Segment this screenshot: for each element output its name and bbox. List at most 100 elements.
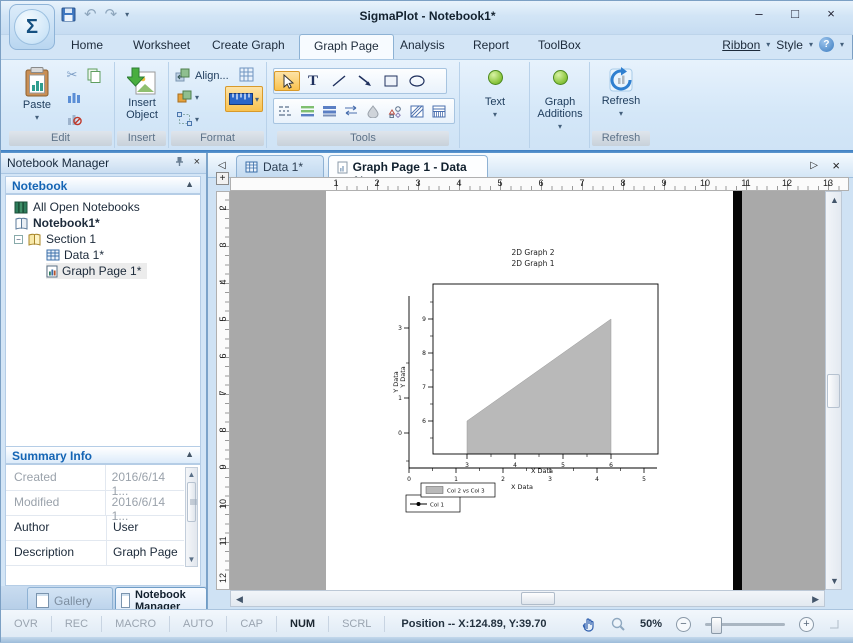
hatch-button[interactable] <box>406 101 428 121</box>
scrollbar-thumb[interactable] <box>187 482 196 522</box>
rectangle-tool[interactable] <box>378 71 404 91</box>
toggle-macro[interactable]: MACRO <box>102 616 170 632</box>
select-tool[interactable] <box>274 71 300 91</box>
style-menu-caret-icon[interactable]: ▾ <box>809 40 813 49</box>
text-button[interactable]: Text▾ <box>474 70 516 121</box>
tab-home[interactable]: Home <box>57 34 117 59</box>
summary-info-header[interactable]: Summary Info▲ <box>5 446 201 464</box>
paste-button[interactable]: Paste▾ <box>17 66 57 124</box>
zoom-slider[interactable] <box>705 623 785 626</box>
text-tool[interactable]: T <box>300 71 326 91</box>
pattern-button[interactable] <box>428 101 450 121</box>
toggle-cap[interactable]: CAP <box>227 616 277 632</box>
line-type-button[interactable] <box>274 101 296 121</box>
resize-grip-icon[interactable] <box>828 618 840 630</box>
line-tool[interactable] <box>326 71 352 91</box>
tab-graph-page[interactable]: Graph Page <box>299 34 394 59</box>
scrollbar-thumb[interactable] <box>827 374 840 408</box>
toggle-auto[interactable]: AUTO <box>170 616 227 632</box>
page-canvas[interactable]: 2D Graph 22D Graph 198763456310012345Y D… <box>230 191 825 590</box>
x-axis-label: X Data <box>531 467 553 475</box>
horizontal-ruler[interactable]: 12345678910111213 <box>230 177 849 191</box>
copy-button[interactable] <box>85 67 103 83</box>
gallery-tab-icon <box>36 593 49 608</box>
ruler-units-dropdown[interactable]: ▾ <box>225 86 263 112</box>
line-color-button[interactable] <box>318 101 340 121</box>
tree-item-section1[interactable]: − Section 1 <box>14 231 96 247</box>
ruler-origin-button[interactable]: + <box>216 172 229 185</box>
refresh-button[interactable]: Refresh▾ <box>596 66 646 120</box>
toggle-scrl[interactable]: SCRL <box>329 616 385 632</box>
order-button[interactable]: ▾ <box>177 90 199 104</box>
vertical-scrollbar[interactable]: ▲ ▼ <box>825 191 842 590</box>
scroll-up-icon[interactable]: ▲ <box>186 470 197 479</box>
graph-page[interactable]: 2D Graph 22D Graph 198763456310012345Y D… <box>326 191 733 590</box>
tab-worksheet[interactable]: Worksheet <box>119 34 204 59</box>
ruler-number: 13 <box>820 178 836 188</box>
pin-icon[interactable] <box>175 156 184 167</box>
tab-report[interactable]: Report <box>459 34 523 59</box>
line-thickness-button[interactable] <box>296 101 318 121</box>
scroll-down-icon[interactable]: ▼ <box>830 576 839 586</box>
page-color-button[interactable] <box>239 67 254 82</box>
toggle-ovr[interactable]: OVR <box>1 616 52 632</box>
tab-create-graph[interactable]: Create Graph <box>198 34 299 59</box>
ribbon-menu[interactable]: Ribbon <box>722 38 760 52</box>
scroll-down-icon[interactable]: ▼ <box>186 555 197 564</box>
notebook-manager-tab[interactable]: Notebook Manager <box>115 587 207 609</box>
zoom-in-button[interactable]: + <box>799 617 814 632</box>
fill-color-button[interactable] <box>362 101 384 121</box>
zoom-slider-thumb[interactable] <box>711 617 722 634</box>
panel-title: Notebook Manager <box>7 156 109 170</box>
cut-button[interactable]: ✂ <box>63 67 81 83</box>
arrow-tool[interactable] <box>352 71 378 91</box>
collapse-icon[interactable]: ▲ <box>185 179 194 189</box>
document-close-icon[interactable]: × <box>832 158 840 173</box>
tree-item-graph-page1[interactable]: Graph Page 1* <box>46 263 147 279</box>
align-button[interactable]: Align... <box>175 68 229 83</box>
tree-item-all-open-notebooks[interactable]: All Open Notebooks <box>14 199 140 215</box>
panel-close-icon[interactable]: × <box>194 156 200 168</box>
group-objects-button[interactable]: ▾ <box>177 112 199 126</box>
graph-chart[interactable]: 2D Graph 22D Graph 198763456310012345Y D… <box>326 191 733 590</box>
toggle-rec[interactable]: REC <box>52 616 102 632</box>
close-button[interactable]: × <box>820 6 842 21</box>
collapse-expander-icon[interactable]: − <box>14 235 23 244</box>
tab-analysis[interactable]: Analysis <box>386 34 459 59</box>
arrows-button[interactable] <box>340 101 362 121</box>
scrollbar-thumb[interactable] <box>521 592 555 605</box>
horizontal-scrollbar[interactable]: ◀ ▶ <box>230 590 825 607</box>
scroll-right-icon[interactable]: ▶ <box>812 594 819 605</box>
zoom-magnifier-icon[interactable] <box>610 616 626 632</box>
pan-hand-icon[interactable] <box>580 616 596 632</box>
toggle-num[interactable]: NUM <box>277 616 329 632</box>
help-icon[interactable]: ? <box>819 37 834 52</box>
insert-object-button[interactable]: Insert Object <box>119 66 165 121</box>
app-logo-button[interactable]: Σ <box>9 4 55 50</box>
style-menu[interactable]: Style <box>776 38 803 52</box>
summary-scrollbar[interactable]: ▲ ▼ <box>185 467 198 567</box>
gallery-tab[interactable]: Gallery <box>27 587 113 609</box>
symbols-button[interactable] <box>384 101 406 121</box>
zoom-out-button[interactable]: − <box>676 617 691 632</box>
tab-scroll-left-icon[interactable]: ◁ <box>218 160 226 171</box>
maximize-button[interactable]: □ <box>784 6 806 21</box>
tab-scroll-right-icon[interactable]: ▷ <box>810 160 818 171</box>
plot-button[interactable] <box>65 89 83 105</box>
collapse-icon[interactable]: ▲ <box>185 449 194 459</box>
scroll-left-icon[interactable]: ◀ <box>236 594 243 605</box>
clear-plot-button[interactable] <box>65 111 83 127</box>
minimize-button[interactable]: – <box>748 6 770 21</box>
ellipse-tool[interactable] <box>404 71 430 91</box>
scroll-up-icon[interactable]: ▲ <box>830 195 839 205</box>
document-tab-data1[interactable]: Data 1* <box>236 155 324 177</box>
help-caret-icon[interactable]: ▾ <box>840 40 844 49</box>
vertical-ruler[interactable]: 23456789101112 <box>216 191 230 590</box>
tree-item-data1[interactable]: Data 1* <box>46 247 104 263</box>
tree-item-notebook1[interactable]: Notebook1* <box>14 215 100 231</box>
tab-toolbox[interactable]: ToolBox <box>524 34 595 59</box>
graph-additions-button[interactable]: Graph Additions▾ <box>531 70 589 133</box>
document-tab-graph-page1[interactable]: Graph Page 1 - Data 1* <box>328 155 488 177</box>
notebook-section-header[interactable]: Notebook▲ <box>5 176 201 194</box>
ribbon-menu-caret-icon[interactable]: ▾ <box>766 40 770 49</box>
